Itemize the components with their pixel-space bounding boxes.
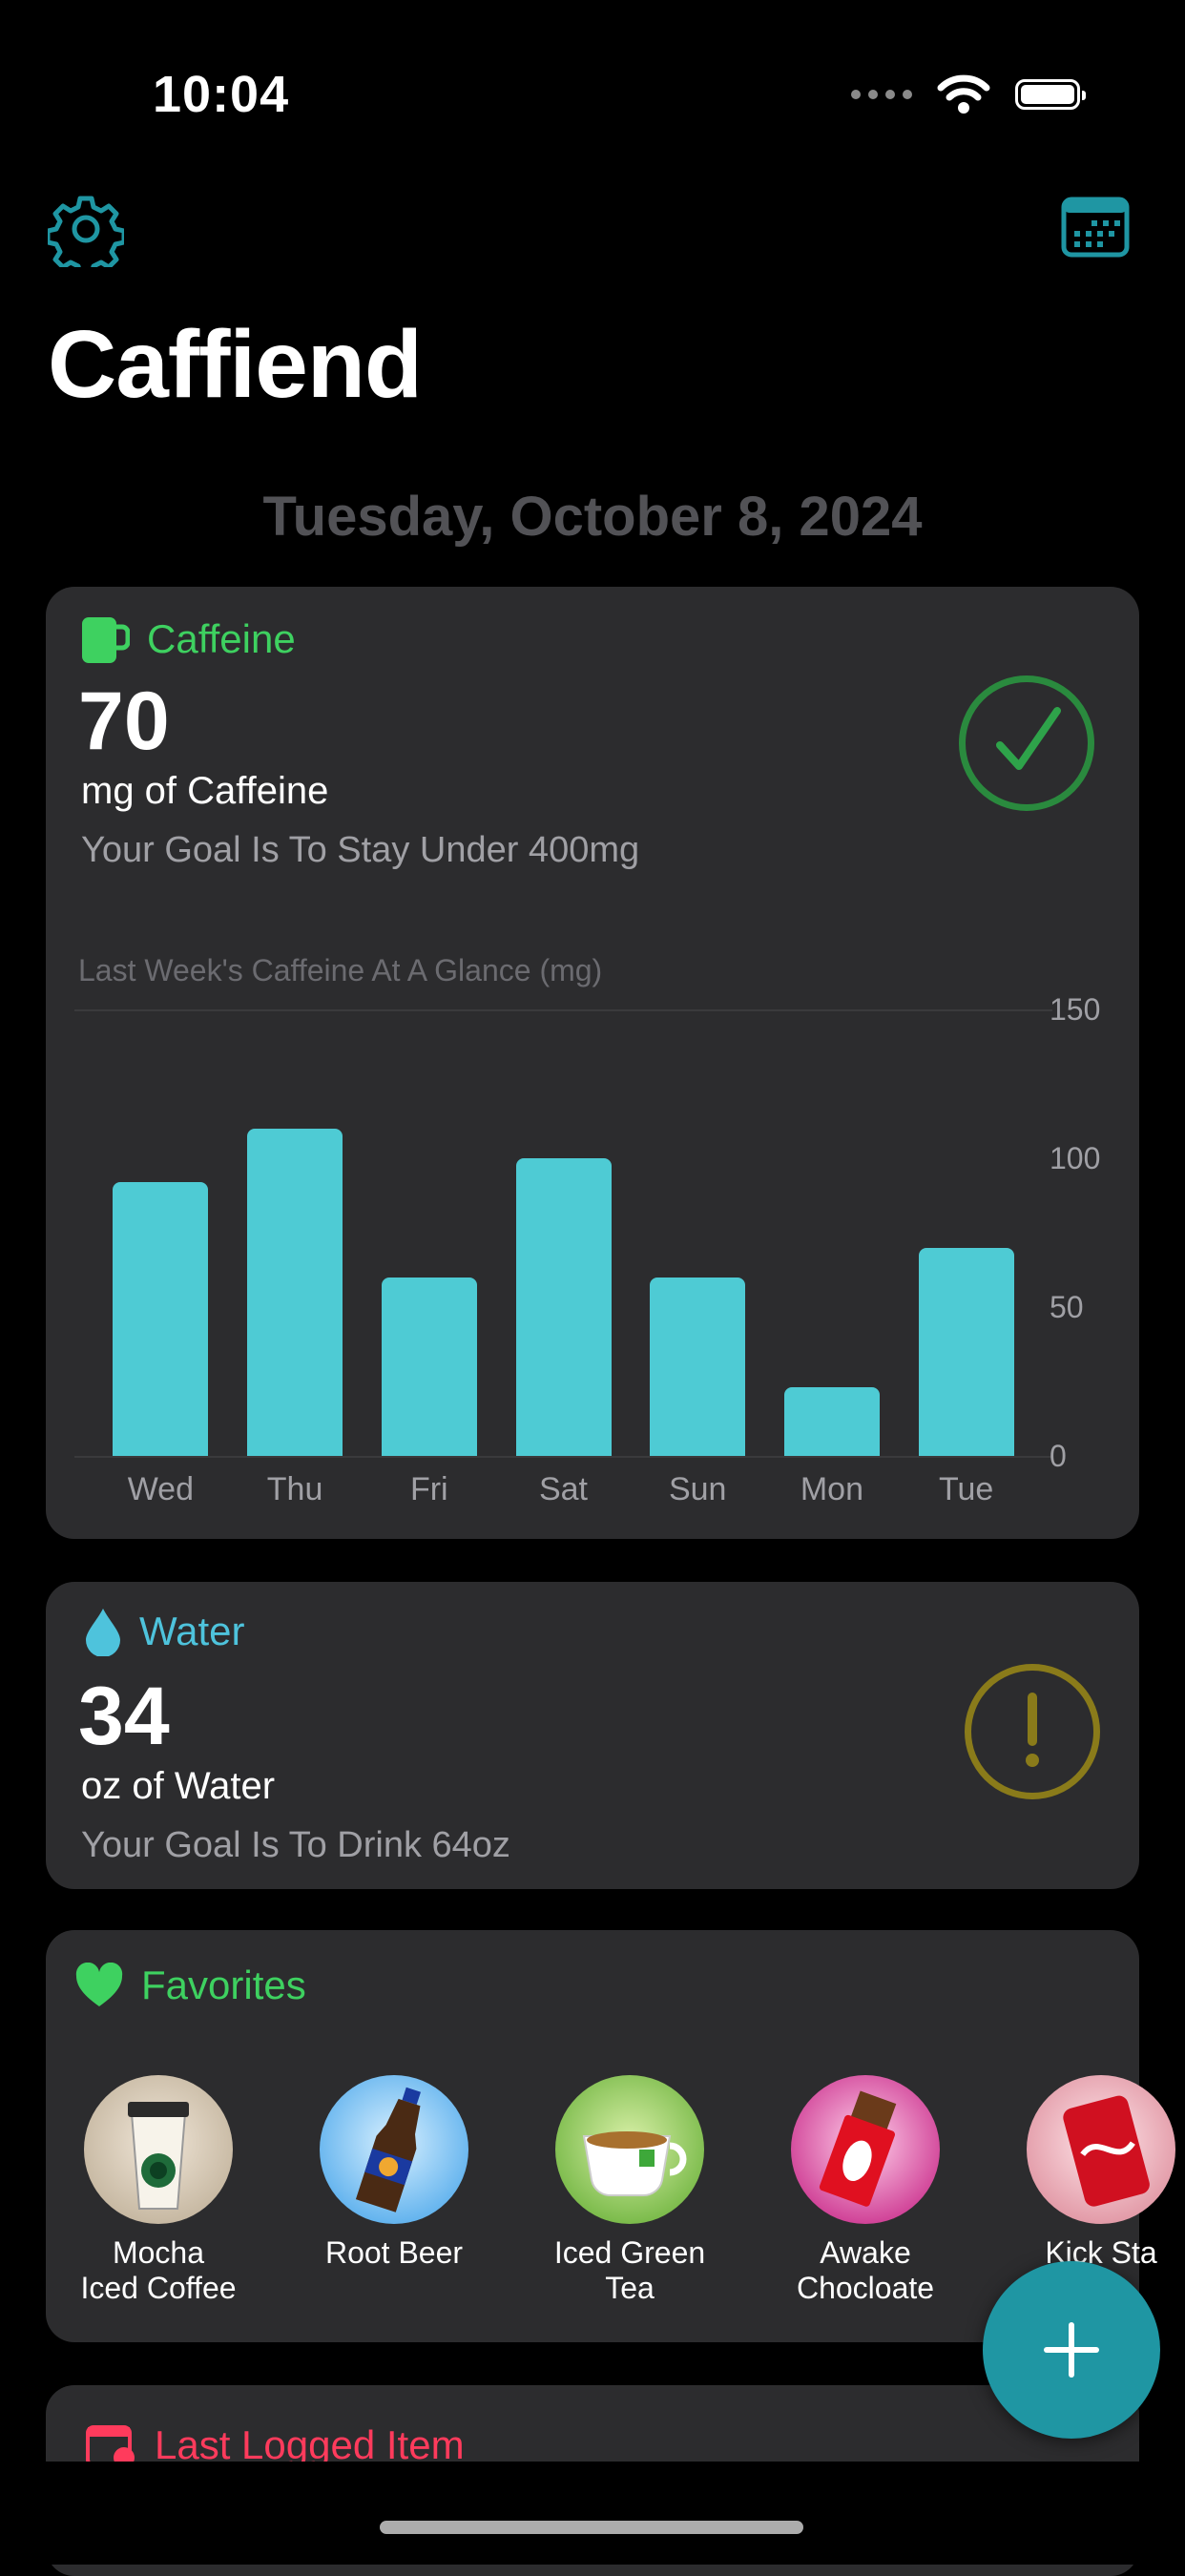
x-tick-label: Sat: [538, 1471, 589, 1507]
chart-bar-mon: [783, 1387, 880, 1456]
cellular-signal-icon: [851, 90, 912, 99]
x-tick-label: Tue: [938, 1471, 994, 1507]
favorites-header: Favorites: [74, 1963, 306, 2008]
awake-chocolate-image: [791, 2075, 940, 2224]
root-beer-image: [320, 2075, 468, 2224]
favorite-item-root-beer[interactable]: Root Beer: [289, 2075, 499, 2271]
heart-icon: [75, 1963, 123, 2006]
weekly-caffeine-chart: 0 50 100 150 Wed Thu Fri Sat Sun Mon Tue: [46, 587, 1139, 1539]
favorite-item-label: Iced Green Tea: [553, 2235, 706, 2305]
favorite-item-awake-chocolate[interactable]: Awake Chocloate: [760, 2075, 970, 2306]
favorites-label: Favorites: [141, 1963, 306, 2007]
favorite-item-iced-green-tea[interactable]: Iced Green Tea: [525, 2075, 735, 2306]
chart-bar-tue: [918, 1247, 1014, 1456]
x-tick-label: Thu: [266, 1471, 323, 1507]
calendar-icon: [1061, 197, 1130, 258]
chart-bar-fri: [381, 1277, 477, 1456]
favorite-item-mocha-iced-coffee[interactable]: Mocha Iced Coffee: [53, 2075, 263, 2306]
x-tick-label: Mon: [800, 1471, 863, 1507]
water-unit: oz of Water: [81, 1765, 276, 1807]
chart-bar-sun: [650, 1277, 746, 1456]
water-header: Water: [84, 1607, 244, 1656]
exclamation-icon: [1026, 1693, 1039, 1767]
y-tick-label: 100: [1050, 1141, 1101, 1175]
y-tick-label: 150: [1050, 992, 1101, 1027]
x-tick-label: Sun: [668, 1471, 727, 1507]
caffeine-card[interactable]: Caffeine 70 mg of Caffeine Your Goal Is …: [46, 587, 1139, 1539]
y-tick-label: 50: [1050, 1290, 1084, 1324]
favorite-item-label: Root Beer: [324, 2235, 464, 2270]
y-tick-label: 0: [1050, 1439, 1067, 1473]
chart-bar-sat: [515, 1158, 612, 1456]
gear-icon: [45, 196, 127, 278]
chart-gridline: [74, 1009, 1052, 1011]
add-item-button[interactable]: [983, 2261, 1160, 2439]
status-time: 10:04: [153, 66, 290, 123]
mocha-iced-coffee-image: [84, 2075, 233, 2224]
water-goal: Your Goal Is To Drink 64oz: [81, 1825, 510, 1865]
x-tick-label: Fri: [409, 1471, 448, 1507]
settings-button[interactable]: [45, 191, 127, 278]
chart-bar-thu: [247, 1128, 343, 1456]
wifi-icon: [937, 74, 990, 114]
bottom-safe-area: [0, 2462, 1185, 2565]
favorite-item-label: Awake Chocloate: [796, 2235, 935, 2305]
water-card[interactable]: Water 34 oz of Water Your Goal Is To Dri…: [46, 1582, 1139, 1889]
water-label: Water: [139, 1609, 245, 1653]
home-indicator: [380, 2521, 803, 2534]
chart-bar-wed: [113, 1181, 209, 1456]
water-drop-icon: [86, 1609, 120, 1656]
app-title: Caffiend: [48, 311, 423, 418]
kick-start-image: [1027, 2075, 1175, 2224]
water-status-badge: [965, 1664, 1100, 1799]
calendar-button[interactable]: [1061, 197, 1130, 265]
plus-icon: [1044, 2322, 1099, 2378]
favorites-card: Favorites Mocha Iced Coffee Root Beer Ic…: [46, 1930, 1175, 2342]
battery-icon: [1015, 79, 1086, 110]
water-value: 34: [78, 1671, 170, 1762]
favorite-item-kick-start[interactable]: Kick Sta: [996, 2075, 1185, 2271]
favorite-item-label: Mocha Iced Coffee: [80, 2235, 237, 2305]
status-icons: [851, 74, 1086, 114]
chart-baseline: [74, 1456, 1052, 1458]
current-date[interactable]: Tuesday, October 8, 2024: [0, 485, 1185, 549]
x-tick-label: Wed: [127, 1471, 194, 1507]
iced-green-tea-image: [555, 2075, 704, 2224]
